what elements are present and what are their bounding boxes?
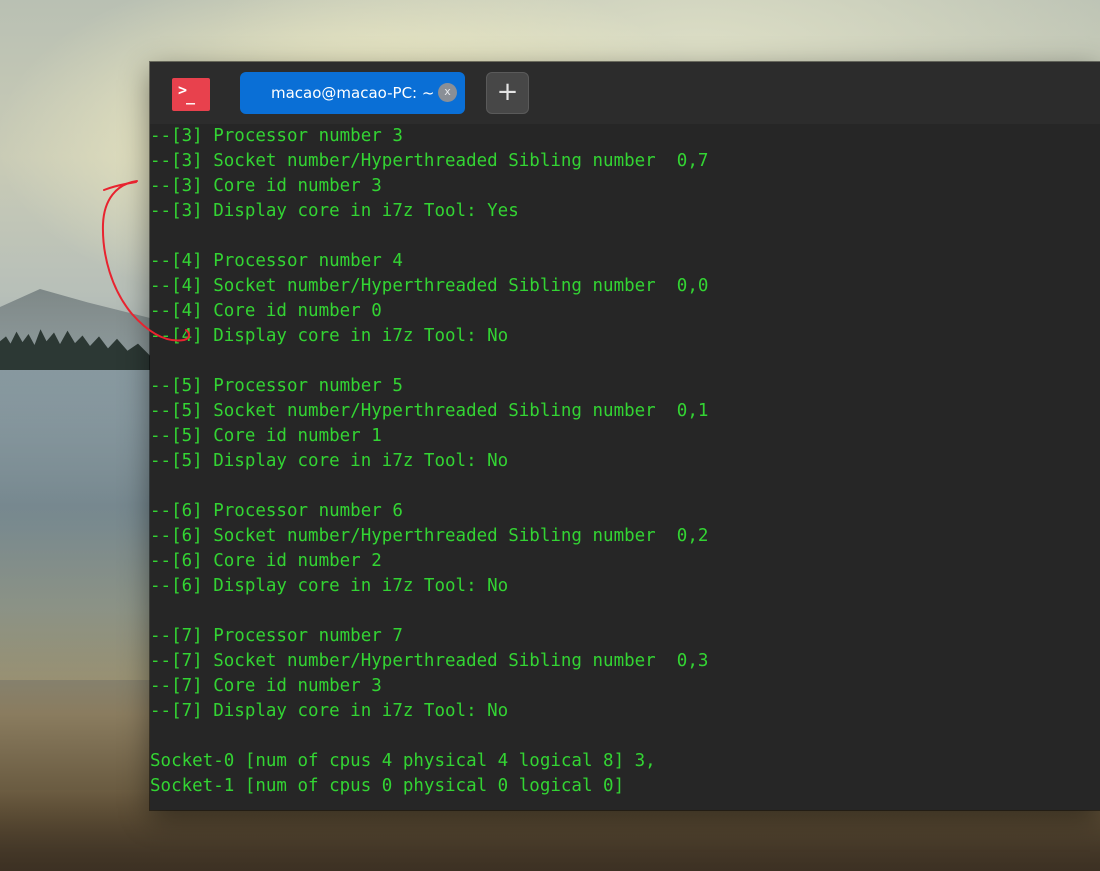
wallpaper-lake: [0, 370, 160, 680]
terminal-line: --[4] Core id number 0: [150, 301, 382, 321]
terminal-line: Socket-1 [num of cpus 0 physical 0 logic…: [150, 776, 625, 796]
terminal-line: --[3] Socket number/Hyperthreaded Siblin…: [150, 151, 709, 171]
terminal-line: --[7] Socket number/Hyperthreaded Siblin…: [150, 651, 709, 671]
terminal-line: --[6] Core id number 2: [150, 551, 382, 571]
tab-title: macao@macao-PC: ~: [271, 84, 435, 102]
terminal-line: --[7] Display core in i7z Tool: No: [150, 701, 509, 721]
terminal-line: --[5] Core id number 1: [150, 426, 382, 446]
terminal-line: --[5] Processor number 5: [150, 376, 403, 396]
terminal-line: --[3] Core id number 3: [150, 176, 382, 196]
terminal-line: --[6] Socket number/Hyperthreaded Siblin…: [150, 526, 709, 546]
annotation-tail-stroke: [103, 181, 137, 191]
terminal-line: --[7] Processor number 7: [150, 626, 403, 646]
terminal-line: --[3] Display core in i7z Tool: Yes: [150, 201, 519, 221]
terminal-window: > _ macao@macao-PC: ~ x + --[3] Processo…: [150, 62, 1100, 810]
terminal-line: --[6] Processor number 6: [150, 501, 403, 521]
terminal-output[interactable]: --[3] Processor number 3 --[3] Socket num…: [150, 124, 1100, 799]
new-tab-button[interactable]: +: [486, 72, 529, 114]
terminal-line: --[4] Processor number 4: [150, 251, 403, 271]
terminal-line: --[4] Display core in i7z Tool: No: [150, 326, 509, 346]
terminal-line: --[4] Socket number/Hyperthreaded Siblin…: [150, 276, 709, 296]
terminal-line: --[3] Processor number 3: [150, 126, 403, 146]
tab-close-icon[interactable]: x: [438, 83, 457, 102]
terminal-line: --[5] Socket number/Hyperthreaded Siblin…: [150, 401, 709, 421]
terminal-line: --[5] Display core in i7z Tool: No: [150, 451, 509, 471]
terminal-line: --[7] Core id number 3: [150, 676, 382, 696]
terminal-line: --[6] Display core in i7z Tool: No: [150, 576, 509, 596]
terminal-line: Socket-0 [num of cpus 4 physical 4 logic…: [150, 751, 656, 771]
prompt-underscore-glyph: _: [186, 87, 196, 105]
terminal-app-icon[interactable]: > _: [172, 78, 210, 111]
terminal-tab-active[interactable]: macao@macao-PC: ~ x: [240, 72, 465, 114]
terminal-titlebar: > _ macao@macao-PC: ~ x +: [150, 62, 1100, 124]
